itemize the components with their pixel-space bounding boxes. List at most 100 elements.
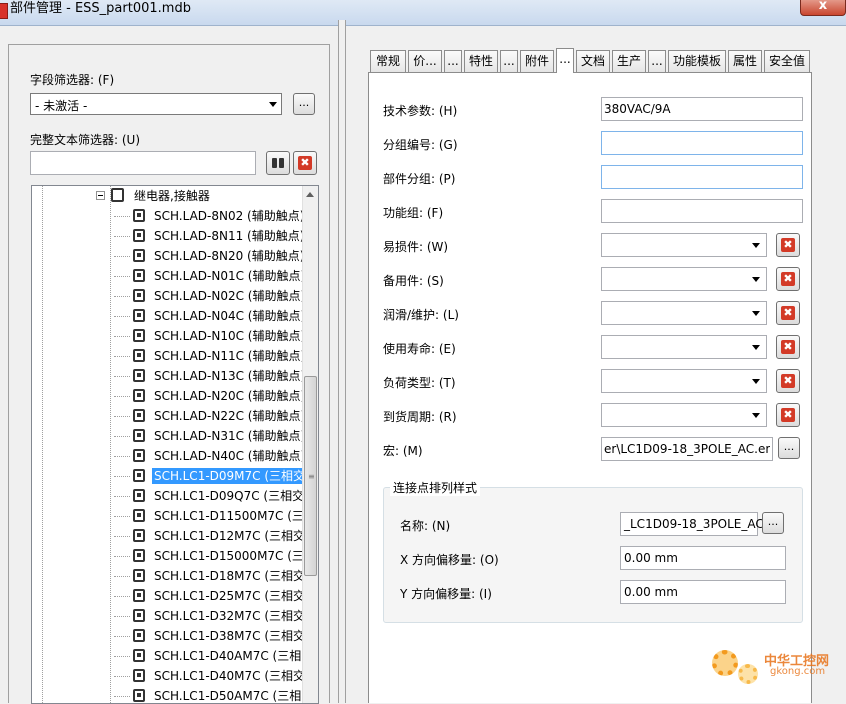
tab-0[interactable]: 常规 (370, 50, 406, 72)
chevron-down-icon (752, 277, 760, 282)
tree-item-label: SCH.LC1-D38M7C (三相交 (154, 629, 306, 643)
tab-4[interactable]: ... (500, 50, 518, 72)
tree-item[interactable]: SCH.LAD-N11C (辅助触点) (32, 346, 305, 366)
tree-item-label: SCH.LAD-N13C (辅助触点) (154, 369, 306, 383)
window-title: 部件管理 - ESS_part001.mdb (10, 1, 191, 16)
chevron-down-icon (752, 345, 760, 350)
tree-item[interactable]: SCH.LC1-D25M7C (三相交 (32, 586, 305, 606)
tree-item[interactable]: SCH.LAD-N01C (辅助触点) (32, 266, 305, 286)
delivery-select[interactable] (601, 403, 767, 427)
tree-connector (114, 296, 130, 297)
conn-name-input[interactable]: _LC1D09-18_3POLE_AC (620, 512, 764, 536)
tree-item[interactable]: SCH.LAD-N13C (辅助触点) (32, 366, 306, 386)
parts-tree[interactable]: 继电器,接触器 SCH.LAD-8N02 (辅助触点) SCH.LAD-8N11 … (31, 185, 319, 704)
tree-item[interactable]: SCH.LC1-D12M7C (三相交 (32, 526, 305, 546)
tree-item-label: SCH.LAD-8N02 (辅助触点) (154, 209, 305, 223)
group-no-input[interactable] (601, 131, 803, 155)
tree-item[interactable]: SCH.LAD-8N20 (辅助触点) (32, 246, 304, 266)
tree-connector (114, 276, 130, 277)
tab-9[interactable]: ... (648, 50, 666, 72)
life-label: 使用寿命: (E) (383, 342, 456, 356)
lube-select[interactable] (601, 301, 767, 325)
tree-connector (114, 696, 130, 697)
part-icon (133, 489, 145, 502)
tree-item[interactable]: SCH.LAD-N31C (辅助触点) (32, 426, 305, 446)
y-offset-input[interactable]: 0.00 mm (620, 580, 786, 604)
tree-group-row[interactable]: 继电器,接触器 (32, 186, 304, 206)
part-icon (133, 589, 145, 602)
tree-item[interactable]: SCH.LC1-D50AM7C (三相 (32, 686, 304, 703)
wear-clear-button[interactable]: ✖ (776, 233, 800, 257)
delivery-clear-button[interactable]: ✖ (776, 403, 800, 427)
scroll-up-icon[interactable] (306, 192, 314, 197)
conn-name-label: 名称: (N) (400, 519, 451, 533)
tree-connector (114, 496, 130, 497)
part-icon (133, 649, 145, 662)
tab-2[interactable]: ... (444, 50, 462, 72)
tree-item[interactable]: SCH.LAD-N02C (辅助触点) (32, 286, 305, 306)
tree-item[interactable]: SCH.LAD-N22C (辅助触点) (32, 406, 305, 426)
tab-1[interactable]: 价... (408, 50, 442, 72)
search-button[interactable] (266, 151, 290, 175)
field-filter-more-button[interactable]: ... (293, 93, 315, 115)
tree-item[interactable]: SCH.LC1-D40AM7C (三相 (32, 646, 304, 666)
spare-clear-button[interactable]: ✖ (776, 267, 800, 291)
delete-icon: ✖ (298, 156, 312, 170)
tree-item[interactable]: SCH.LAD-8N02 (辅助触点) (32, 206, 304, 226)
tab-8[interactable]: 生产 (612, 50, 646, 72)
x-offset-input[interactable]: 0.00 mm (620, 546, 786, 570)
tree-item[interactable]: SCH.LC1-D32M7C (三相交 (32, 606, 305, 626)
collapse-icon[interactable] (96, 191, 105, 200)
x-offset-value: 0.00 mm (624, 551, 678, 565)
tree-connector (114, 256, 130, 257)
text-filter-input[interactable] (30, 151, 256, 175)
load-clear-button[interactable]: ✖ (776, 369, 800, 393)
tree-connector (114, 416, 130, 417)
conn-name-browse-button[interactable]: ... (762, 512, 784, 534)
tree-item[interactable]: SCH.LAD-N10C (辅助触点) (32, 326, 305, 346)
tab-6[interactable]: ... (556, 48, 574, 73)
life-select[interactable] (601, 335, 767, 359)
tree-connector (114, 336, 130, 337)
tab-12[interactable]: 安全值 (764, 50, 810, 72)
delete-icon: ✖ (781, 272, 795, 286)
tab-7[interactable]: 文档 (576, 50, 610, 72)
watermark-url: gkong.com (770, 666, 826, 677)
clear-filter-button[interactable]: ✖ (293, 151, 317, 175)
tab-10[interactable]: 功能模板 (668, 50, 726, 72)
load-select[interactable] (601, 369, 767, 393)
tree-item[interactable]: SCH.LC1-D09M7C (三相交 (32, 466, 308, 486)
close-button[interactable]: x (800, 0, 846, 16)
tree-item[interactable]: SCH.LAD-N20C (辅助触点) (32, 386, 305, 406)
tab-3[interactable]: 特性 (464, 50, 498, 72)
wear-select[interactable] (601, 233, 767, 257)
tree-item[interactable]: SCH.LAD-N40C (辅助触点) (32, 446, 305, 466)
tech-params-input[interactable]: 380VAC/9A (601, 97, 803, 121)
tree-scrollbar[interactable]: ≡ (302, 186, 318, 703)
panel-splitter[interactable] (338, 20, 346, 703)
tree-item-label: SCH.LC1-D40M7C (三相交 (154, 669, 306, 683)
tech-params-value: 380VAC/9A (604, 102, 671, 116)
tab-11[interactable]: 属性 (728, 50, 762, 72)
delivery-label: 到货周期: (R) (383, 410, 457, 424)
field-filter-select[interactable]: - 未激活 - (30, 93, 282, 115)
tree-item[interactable]: SCH.LC1-D18M7C (三相交 (32, 566, 305, 586)
macro-browse-button[interactable]: ... (778, 437, 800, 459)
tree-item[interactable]: SCH.LAD-8N11 (辅助触点) (32, 226, 304, 246)
tab-5[interactable]: 附件 (520, 50, 554, 72)
part-group-input[interactable] (601, 165, 803, 189)
tree-item[interactable]: SCH.LC1-D40M7C (三相交 (32, 666, 306, 686)
func-group-input[interactable] (601, 199, 803, 223)
tree-item[interactable]: SCH.LC1-D11500M7C (三 (32, 506, 304, 526)
part-icon (133, 629, 145, 642)
tree-item[interactable]: SCH.LC1-D15000M7C (三 (32, 546, 304, 566)
tree-item[interactable]: SCH.LC1-D09Q7C (三相交 (32, 486, 304, 506)
tree-item[interactable]: SCH.LC1-D38M7C (三相交 (32, 626, 306, 646)
tree-item[interactable]: SCH.LAD-N04C (辅助触点) (32, 306, 305, 326)
scroll-thumb[interactable]: ≡ (304, 376, 317, 576)
spare-select[interactable] (601, 267, 767, 291)
life-clear-button[interactable]: ✖ (776, 335, 800, 359)
lube-clear-button[interactable]: ✖ (776, 301, 800, 325)
tree-item-label: SCH.LC1-D40AM7C (三相 (154, 649, 302, 663)
macro-input[interactable]: er\LC1D09-18_3POLE_AC.ema (601, 437, 773, 461)
